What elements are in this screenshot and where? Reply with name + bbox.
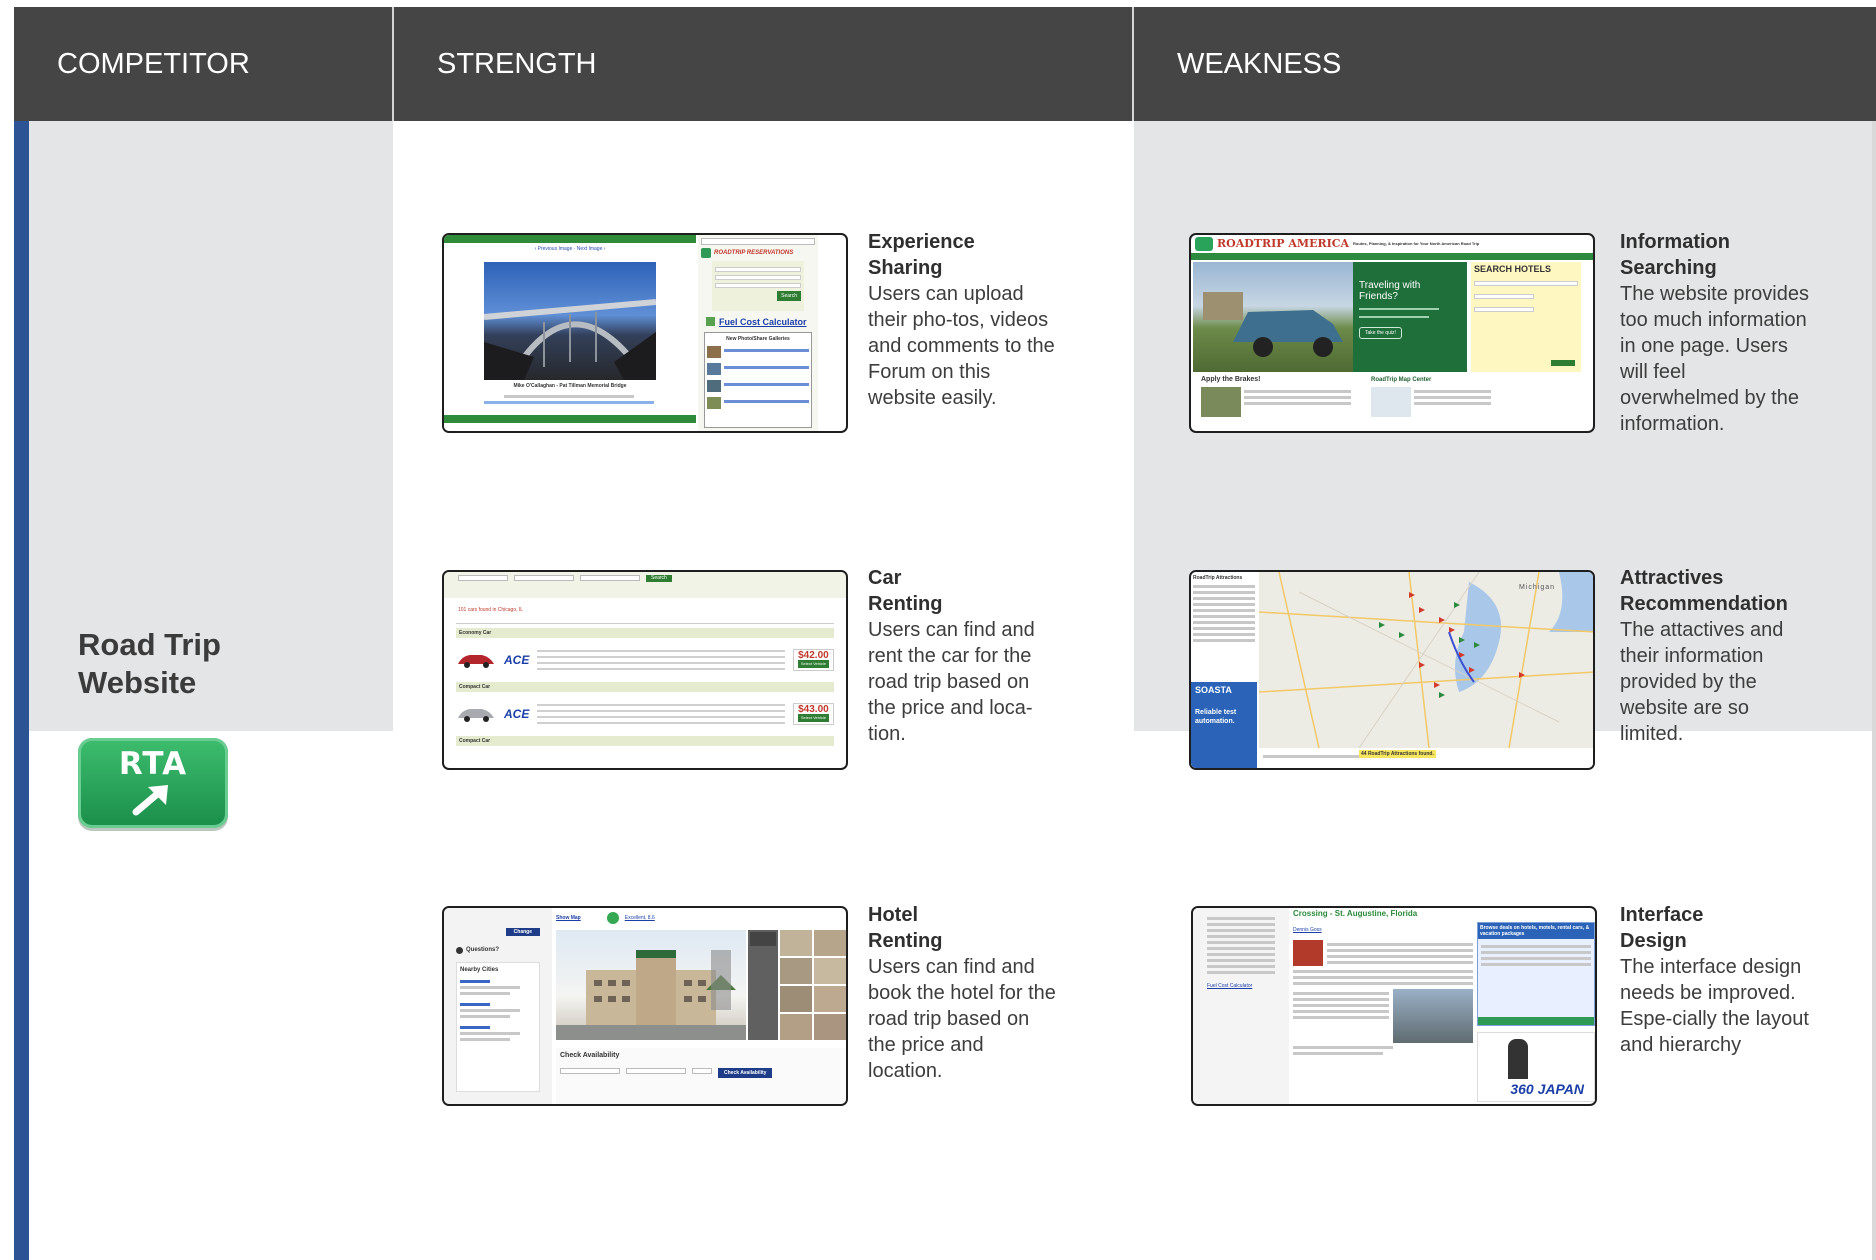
attractions-count: 44 RoadTrip Attractions found.: [1359, 750, 1436, 758]
show-map-link[interactable]: Show Map: [556, 914, 581, 922]
strength-title-line1: Hotel: [868, 904, 918, 926]
strength-body: Users can find and rent the car for the …: [868, 619, 1035, 745]
competitor-analysis-slide: COMPETITOR STRENGTH WEAKNESS Road Trip W…: [0, 0, 1876, 1260]
attractions-map: Michigan: [1258, 572, 1593, 749]
accent-bar: [14, 121, 29, 1260]
weakness-body: The website provides too much informatio…: [1620, 283, 1809, 435]
article-title: Crossing - St. Augustine, Florida: [1293, 909, 1418, 918]
weakness-title-line2: Recommendation: [1620, 593, 1788, 615]
hero-quiz-button[interactable]: Take the quiz!: [1359, 327, 1402, 339]
article-site-screenshot: Fuel Cost Calculator Crossing - St. Augu…: [1191, 906, 1597, 1106]
competitor-name: Road Trip Website: [78, 626, 338, 702]
rating-text: Excellent, 8.6: [624, 915, 655, 921]
header-competitor-label: COMPETITOR: [57, 47, 250, 80]
strength-hotel-renting: Hotel Renting Users can find and book th…: [868, 902, 1058, 1084]
header-weakness: WEAKNESS: [1134, 7, 1876, 121]
strength-title-line2: Sharing: [868, 257, 943, 279]
strength-title-line2: Renting: [868, 593, 943, 615]
weakness-title-line2: Design: [1620, 930, 1687, 952]
truck-photo: [1193, 262, 1353, 372]
rta-mini-logo: [1195, 237, 1213, 251]
check-availability-button[interactable]: Check Availability: [718, 1068, 773, 1078]
weakness-attractives-recommendation: Attractives Recommendation The attactive…: [1620, 565, 1810, 747]
rta-home-tagline: Routes, Planning, & Inspiration for Your…: [1353, 241, 1480, 246]
search-hotels-heading: SEARCH HOTELS: [1474, 264, 1552, 274]
photo-caption: Mike O'Callaghan - Pat Tillman Memorial …: [513, 383, 627, 389]
strength-title-line1: Experience: [868, 231, 975, 253]
rta-logo: RTA: [78, 738, 228, 828]
photo-site-brand: ROADTRIP RESERVATIONS: [714, 250, 794, 256]
bridge-photo: [483, 262, 657, 380]
weakness-body: The interface design needs be improved. …: [1620, 956, 1809, 1056]
japan-ad: 360 JAPAN: [1510, 1081, 1584, 1097]
car-search-button[interactable]: Search: [646, 575, 672, 582]
availability-heading: Check Availability: [560, 1052, 620, 1059]
questions-label: Questions?: [466, 947, 500, 953]
fuel-pump-icon: [706, 317, 715, 326]
rta-logo-text: RTA: [118, 746, 188, 782]
rta-home-screenshot: ROADTRIP AMERICA Routes, Planning, & Ins…: [1189, 233, 1595, 433]
zoom-icon[interactable]: [750, 932, 776, 946]
weakness-title-line2: Searching: [1620, 257, 1717, 279]
ad-text: Reliable test automation.: [1195, 709, 1237, 725]
article-author[interactable]: Dennis Goss: [1293, 926, 1473, 934]
red-car-icon: [458, 655, 494, 668]
header-weakness-label: WEAKNESS: [1177, 47, 1342, 80]
silver-car-icon: [458, 709, 494, 722]
vendor-logo: ACE: [504, 653, 530, 667]
strength-title-line1: Car: [868, 567, 902, 589]
hotel-photo: [556, 930, 746, 1040]
weakness-interface-design: Interface Design The interface design ne…: [1620, 902, 1810, 1058]
car-price-2: $43.00: [798, 704, 829, 715]
photo-search-button[interactable]: Search: [777, 291, 801, 301]
header-competitor: COMPETITOR: [14, 7, 394, 121]
article-fuel-link[interactable]: Fuel Cost Calculator: [1207, 982, 1275, 990]
strength-car-renting: Car Renting Users can find and rent the …: [868, 565, 1058, 747]
strength-experience-sharing: Experience Sharing Users can upload thei…: [868, 229, 1058, 411]
weakness-information-searching: Information Searching The website provid…: [1620, 229, 1810, 437]
weakness-body: The attactives and their information pro…: [1620, 619, 1784, 745]
deals-ad-text: Browse deals on hotels, motels, rental c…: [1478, 923, 1594, 939]
lake-label: Michigan: [1518, 584, 1555, 591]
strength-title-line2: Renting: [868, 930, 943, 952]
apply-brakes-heading: Apply the Brakes!: [1201, 376, 1261, 383]
hotel-site-screenshot: Change Questions? Nearby Cities Show Map…: [442, 906, 848, 1106]
header-strength: STRENGTH: [394, 7, 1134, 121]
car-price-1: $42.00: [798, 650, 829, 661]
vendor-logo: ACE: [504, 707, 530, 721]
fuel-cost-link[interactable]: Fuel Cost Calculator: [719, 317, 807, 326]
photo-site-screenshot: ‹ Previous Image · Next Image › Mike O'C…: [442, 233, 848, 433]
weakness-title-line1: Attractives: [1620, 567, 1724, 589]
change-button[interactable]: Change: [505, 928, 540, 936]
ad-brand: SOASTA: [1195, 685, 1232, 695]
strength-body: Users can upload their pho-tos, videos a…: [868, 283, 1055, 409]
strength-body: Users can find and book the hotel for th…: [868, 956, 1056, 1082]
car-class-2: Compact Car: [456, 682, 834, 692]
right-edge: [1872, 121, 1876, 1260]
attractions-heading: RoadTrip Attractions: [1193, 575, 1243, 581]
header-strength-label: STRENGTH: [437, 47, 597, 80]
arrow-icon: [132, 785, 168, 816]
map-center-heading: RoadTrip Map Center: [1371, 377, 1432, 383]
select-vehicle-button[interactable]: Select Vehicle: [797, 714, 829, 722]
car-class-1: Economy Car: [456, 628, 834, 638]
nearby-cities-heading: Nearby Cities: [460, 967, 499, 973]
chat-icon: [456, 946, 463, 954]
car-class-3: Compact Car: [456, 736, 834, 746]
competitor-name-line2: Website: [78, 665, 197, 700]
weakness-title-line1: Interface: [1620, 904, 1704, 926]
rating-badge: [606, 912, 619, 924]
attractions-map-screenshot: RoadTrip Attractions SOASTA Reliable tes…: [1189, 570, 1595, 770]
hotel-search-button[interactable]: [1551, 360, 1575, 366]
select-vehicle-button[interactable]: Select Vehicle: [797, 660, 829, 668]
rta-home-brand: ROADTRIP AMERICA: [1217, 237, 1350, 250]
car-site-screenshot: Search 101 cars found in Chicago, IL Eco…: [442, 570, 848, 770]
car-results-count: 101 cars found in Chicago, IL: [458, 607, 524, 613]
gallery-heading: New Photo/Share Galleries: [726, 336, 790, 342]
hero-title: Traveling with Friends?: [1359, 280, 1421, 302]
rta-mini-icon: [701, 248, 711, 258]
competitor-name-line1: Road Trip: [78, 627, 221, 662]
weakness-title-line1: Information: [1620, 231, 1730, 253]
